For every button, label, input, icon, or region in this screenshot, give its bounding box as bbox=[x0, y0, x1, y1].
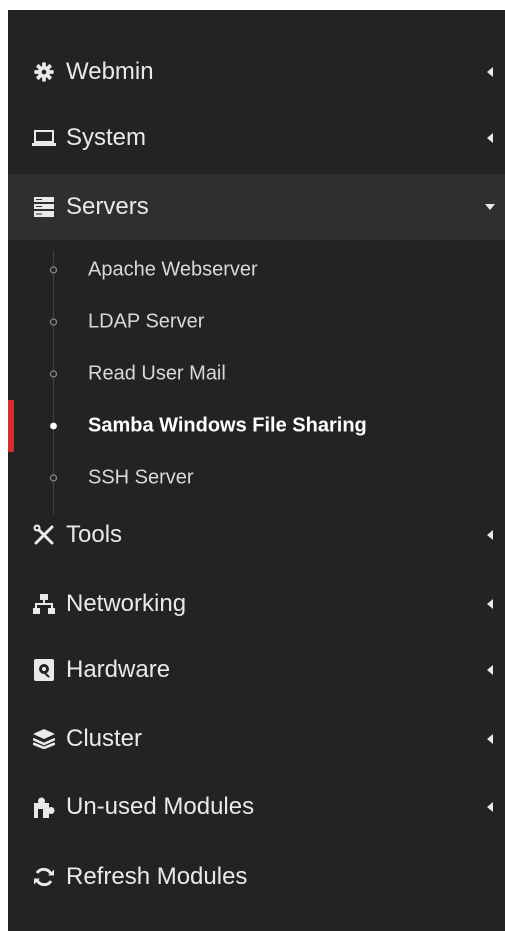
puzzle-icon bbox=[32, 795, 56, 819]
menu-item-unused-modules[interactable]: Un-used Modules bbox=[8, 774, 505, 840]
submenu-item-ssh-server[interactable]: SSH Server bbox=[8, 452, 505, 504]
menu-label-refresh-modules: Refresh Modules bbox=[66, 863, 248, 890]
network-icon bbox=[32, 592, 56, 616]
caret-down-icon bbox=[485, 200, 495, 214]
server-icon bbox=[32, 195, 56, 219]
caret-left-icon bbox=[485, 663, 495, 677]
submenu-label: LDAP Server bbox=[88, 310, 205, 333]
sidebar-menu: Webmin System Servers Apache Webserver L… bbox=[8, 10, 505, 931]
submenu-item-apache-webserver[interactable]: Apache Webserver bbox=[8, 244, 505, 296]
laptop-icon bbox=[32, 126, 56, 150]
menu-label-hardware: Hardware bbox=[66, 656, 171, 683]
hardware-icon bbox=[32, 658, 56, 682]
bullet-icon bbox=[49, 370, 58, 379]
menu-label-cluster: Cluster bbox=[66, 725, 143, 752]
menu-label-system: System bbox=[66, 124, 147, 151]
menu-label-webmin: Webmin bbox=[66, 58, 154, 85]
active-indicator bbox=[8, 400, 14, 452]
menu-item-hardware[interactable]: Hardware bbox=[8, 637, 505, 703]
menu-label-servers: Servers bbox=[66, 193, 149, 220]
menu-item-webmin[interactable]: Webmin bbox=[8, 39, 505, 105]
menu-label-unused-modules: Un-used Modules bbox=[66, 793, 255, 820]
refresh-icon bbox=[32, 865, 56, 889]
menu-item-servers[interactable]: Servers bbox=[8, 174, 505, 240]
gear-icon bbox=[32, 60, 56, 84]
submenu-label: Apache Webserver bbox=[88, 258, 258, 281]
submenu-item-samba-windows-file-sharing[interactable]: Samba Windows File Sharing bbox=[8, 400, 505, 452]
layers-icon bbox=[32, 727, 56, 751]
submenu-label: Samba Windows File Sharing bbox=[88, 414, 367, 437]
bullet-icon bbox=[49, 266, 58, 275]
menu-item-networking[interactable]: Networking bbox=[8, 571, 505, 637]
menu-label-tools: Tools bbox=[66, 521, 123, 548]
menu-item-refresh-modules[interactable]: Refresh Modules bbox=[8, 844, 505, 910]
bullet-icon bbox=[49, 422, 58, 431]
bullet-icon bbox=[49, 474, 58, 483]
menu-item-tools[interactable]: Tools bbox=[8, 502, 505, 568]
submenu-label: Read User Mail bbox=[88, 362, 226, 385]
caret-left-icon bbox=[485, 800, 495, 814]
caret-left-icon bbox=[485, 597, 495, 611]
tools-icon bbox=[32, 523, 56, 547]
caret-left-icon bbox=[485, 131, 495, 145]
caret-left-icon bbox=[485, 732, 495, 746]
menu-label-networking: Networking bbox=[66, 590, 187, 617]
menu-item-system[interactable]: System bbox=[8, 105, 505, 171]
caret-left-icon bbox=[485, 528, 495, 542]
caret-left-icon bbox=[485, 65, 495, 79]
submenu-label: SSH Server bbox=[88, 466, 194, 489]
submenu-item-read-user-mail[interactable]: Read User Mail bbox=[8, 348, 505, 400]
bullet-icon bbox=[49, 318, 58, 327]
menu-item-cluster[interactable]: Cluster bbox=[8, 706, 505, 772]
submenu-item-ldap-server[interactable]: LDAP Server bbox=[8, 296, 505, 348]
